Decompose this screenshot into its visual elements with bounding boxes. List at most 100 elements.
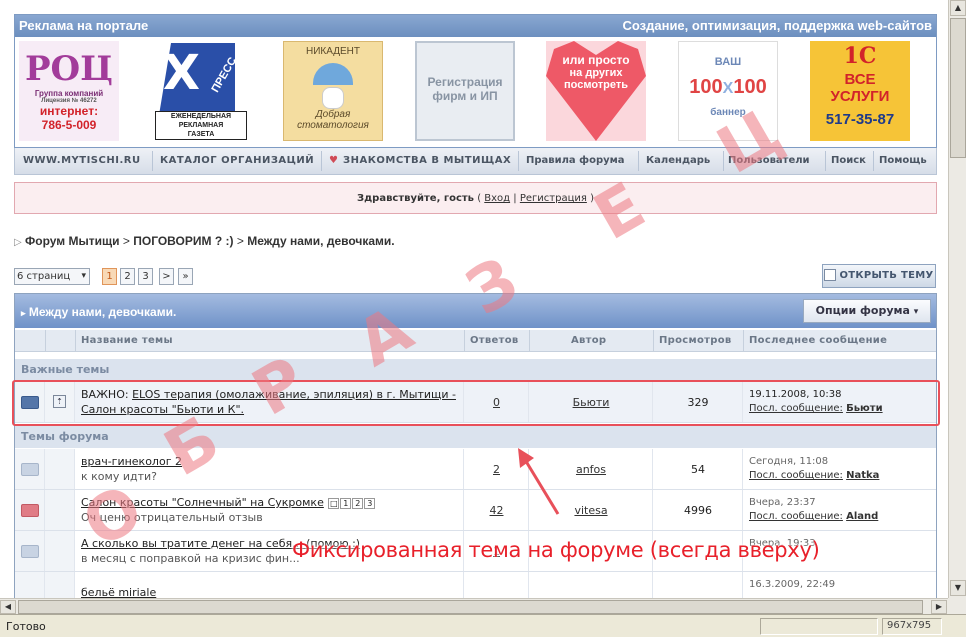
column-header: Название темы Ответов Автор Просмотров П… — [15, 330, 936, 352]
topic-author[interactable]: anfos — [576, 463, 606, 476]
annotation-text: Фиксированная тема на форуме (всегда вве… — [292, 538, 820, 562]
topic-last-author[interactable]: Natka — [846, 470, 879, 481]
umbrella-icon — [313, 63, 353, 85]
col-author[interactable]: Автор — [571, 335, 606, 346]
page-link-current[interactable]: 1 — [102, 268, 117, 285]
breadcrumb-level1[interactable]: ПОГОВОРИМ ? :) — [133, 234, 233, 248]
status-text: Готово — [6, 620, 46, 633]
ad-banner100-h: 100 — [733, 76, 767, 98]
ad-banner100-your: ВАШ — [714, 56, 742, 68]
topic-link[interactable]: бельё miriale — [81, 586, 156, 598]
forum-title-text: Между нами, девочками. — [28, 305, 177, 319]
breadcrumb-sep-1: > — [122, 234, 130, 248]
ad-1c-services: УСЛУГИ — [830, 88, 890, 105]
ad-nikadent-banner[interactable]: НИКАДЕНТ Добрая стоматология — [283, 41, 383, 141]
ad-1c-banner[interactable]: 1С ВСЕ УСЛУГИ 517-35-87 — [810, 41, 910, 141]
ad-block: Реклама на портале Создание, оптимизация… — [14, 14, 937, 148]
ad-heart-line3: посмотреть — [563, 79, 628, 91]
ad-xpress-banner[interactable]: Х ЕЖЕНЕДЕЛЬНАЯ РЕКЛАМНАЯ ГАЗЕТА ПРЕСС — [151, 41, 251, 141]
nav-item-help[interactable]: Помощь — [879, 155, 927, 166]
main-nav: WWW.MYTISCHI.RU КАТАЛОГ ОРГАНИЗАЦИЙ ♥ ЗН… — [14, 148, 937, 175]
topic-views: 54 — [691, 463, 705, 476]
col-replies[interactable]: Ответов — [470, 335, 519, 346]
topic-page-link[interactable]: 3 — [364, 497, 376, 509]
topic-replies[interactable]: 42 — [490, 504, 504, 517]
folder-icon — [21, 545, 39, 558]
topic-replies[interactable]: 2 — [493, 463, 500, 476]
topic-last-date: Вчера, 23:37 — [749, 497, 816, 508]
topic-row[interactable]: врач-гинеколог 2к кому идти? 2 anfos 54 … — [15, 449, 936, 490]
page-link[interactable]: 3 — [138, 268, 153, 285]
col-last-post[interactable]: Последнее сообщение — [749, 335, 887, 346]
next-page-button[interactable]: > — [159, 268, 174, 285]
ad-header: Реклама на портале Создание, оптимизация… — [15, 15, 936, 37]
status-cell — [760, 618, 878, 635]
horizontal-scroll-thumb[interactable] — [18, 600, 923, 614]
pages-dropdown[interactable]: 6 страниц ▾ — [14, 268, 90, 285]
annotation-arrow-line — [522, 457, 560, 515]
welcome-open-paren: ( — [477, 193, 482, 204]
nav-item-search[interactable]: Поиск — [831, 155, 866, 166]
page-link[interactable]: 2 — [120, 268, 135, 285]
ad-heart-line2: на других — [569, 67, 623, 79]
topic-views: 4996 — [684, 504, 712, 517]
scroll-up-icon[interactable]: ▲ — [950, 0, 966, 16]
topic-last-date: 16.3.2009, 22:49 — [749, 579, 836, 590]
status-bar: Готово 967x795 — [0, 614, 966, 637]
ad-heart-line1: или просто — [562, 53, 630, 67]
chevron-down-icon: ▾ — [913, 307, 919, 317]
scroll-down-icon[interactable]: ▼ — [950, 580, 966, 596]
horizontal-scrollbar[interactable]: ◀ ▶ — [0, 598, 948, 614]
forum-options-label: Опции форума — [815, 304, 910, 317]
ad-roli-banner[interactable]: РОЦ Группа компаний Лицензия № 46272 инт… — [19, 41, 119, 141]
topic-last-author[interactable]: Aland — [846, 511, 878, 522]
ad-xpress-line2: РЕКЛАМНАЯ — [178, 122, 224, 129]
topic-row[interactable]: бельё miriale 16.3.2009, 22:49 — [15, 572, 936, 598]
breadcrumb-root[interactable]: Форум Мытищи — [25, 234, 119, 248]
heart-small-icon: ♥ — [329, 155, 339, 166]
topic-row[interactable]: Салон красоты "Солнечный" на Сукромке □ 1… — [15, 490, 936, 531]
ad-nikadent-tag1: Добрая — [315, 109, 351, 120]
ad-xpress-line3: ГАЗЕТА — [187, 131, 215, 138]
vertical-scrollbar[interactable]: ▲ ▼ — [948, 0, 966, 598]
breadcrumb-arrow-icon: ▷ — [14, 237, 22, 248]
status-resolution: 967x795 — [882, 618, 942, 635]
welcome-greeting: Здравствуйте, гость — [357, 193, 474, 204]
col-views[interactable]: Просмотров — [659, 335, 732, 346]
topic-page-link[interactable]: 2 — [352, 497, 364, 509]
col-topic[interactable]: Название темы — [81, 335, 173, 346]
new-topic-icon — [824, 269, 837, 281]
welcome-bar: Здравствуйте, гость ( Вход | Регистрация… — [14, 182, 937, 214]
topic-link[interactable]: врач-гинеколог 2 — [81, 455, 182, 468]
hot-folder-icon — [21, 504, 39, 517]
new-topic-button[interactable]: ОТКРЫТЬ ТЕМУ — [822, 264, 936, 288]
nav-item-catalog[interactable]: КАТАЛОГ ОРГАНИЗАЦИЙ — [160, 155, 314, 166]
new-topic-label: ОТКРЫТЬ ТЕМУ — [839, 270, 934, 281]
annotation-arrow-icon — [518, 448, 560, 515]
scroll-left-icon[interactable]: ◀ — [0, 600, 16, 614]
topic-description: к кому идти? — [81, 470, 157, 483]
ad-registration-banner[interactable]: Регистрация фирм и ИП — [415, 41, 515, 141]
tooth-icon — [322, 87, 344, 109]
ad-registration-line2: фирм и ИП — [432, 89, 498, 103]
topic-page-link[interactable]: 1 — [340, 497, 352, 509]
section-important: Важные темы — [15, 359, 936, 381]
ad-header-right[interactable]: Создание, оптимизация, поддержка web-сай… — [622, 18, 932, 33]
nav-item-rules[interactable]: Правила форума — [526, 155, 625, 166]
multipage-icon: □ — [328, 497, 340, 509]
topic-author[interactable]: vitesa — [574, 504, 607, 517]
topic-last-label[interactable]: Посл. сообщение: — [749, 470, 843, 481]
vertical-scroll-thumb[interactable] — [950, 18, 966, 158]
ad-roli-group: Группа компаний — [34, 89, 104, 98]
login-link[interactable]: Вход — [484, 193, 510, 204]
ad-heart-banner[interactable]: или просто на других посмотреть — [546, 41, 646, 141]
scroll-right-icon[interactable]: ▶ — [931, 600, 947, 614]
register-link[interactable]: Регистрация — [520, 193, 587, 204]
ad-header-left: Реклама на портале — [19, 18, 149, 33]
forum-options-button[interactable]: Опции форума ▾ — [803, 299, 931, 323]
nav-item-dating[interactable]: ЗНАКОМСТВА В МЫТИЩАХ — [343, 155, 511, 166]
nav-item-calendar[interactable]: Календарь — [646, 155, 710, 166]
nav-item-home[interactable]: WWW.MYTISCHI.RU — [23, 155, 141, 166]
topic-last-label[interactable]: Посл. сообщение: — [749, 511, 843, 522]
last-page-button[interactable]: » — [178, 268, 193, 285]
